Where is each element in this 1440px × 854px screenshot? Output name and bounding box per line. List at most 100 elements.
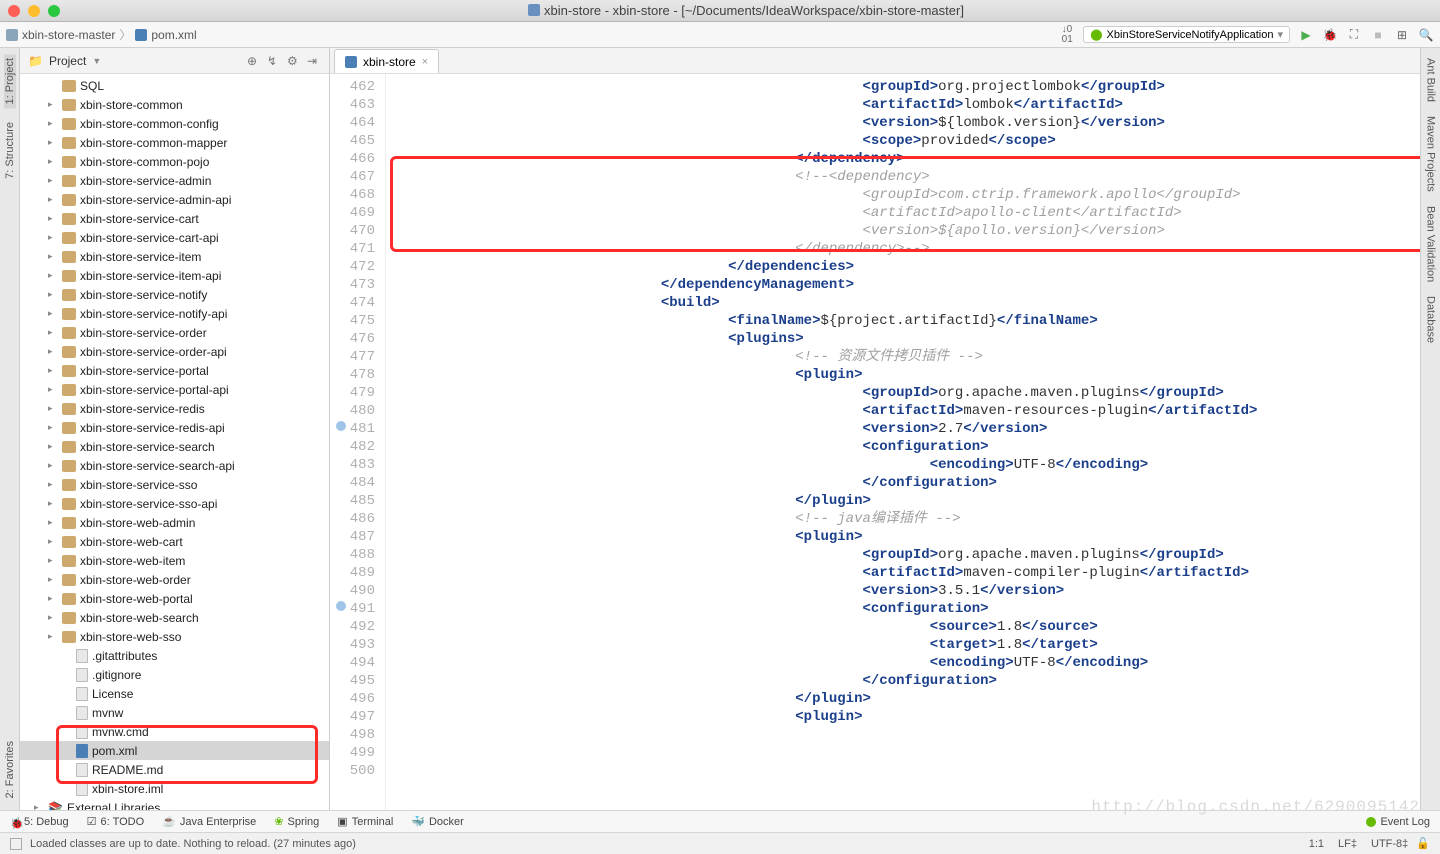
close-tab-icon[interactable]: × <box>422 56 428 68</box>
tree-folder[interactable]: ▸xbin-store-common-config <box>20 114 329 133</box>
tree-folder[interactable]: ▸xbin-store-web-search <box>20 608 329 627</box>
tree-file[interactable]: .gitattributes <box>20 646 329 665</box>
tree-label: xbin-store-service-admin <box>80 174 211 188</box>
tree-label: xbin-store-web-item <box>80 554 185 568</box>
override-gutter-icon[interactable] <box>336 421 346 431</box>
tree-file[interactable]: mvnw.cmd <box>20 722 329 741</box>
tree-folder[interactable]: ▸xbin-store-service-sso <box>20 475 329 494</box>
tree-folder[interactable]: ▸xbin-store-service-portal <box>20 361 329 380</box>
tree-folder[interactable]: ▸xbin-store-common <box>20 95 329 114</box>
maven-file-icon <box>76 744 88 758</box>
file-encoding[interactable]: UTF-8‡ <box>1371 838 1408 850</box>
breadcrumb-file[interactable]: pom.xml <box>151 28 196 42</box>
status-bar: Loaded classes are up to date. Nothing t… <box>0 832 1440 854</box>
tree-folder[interactable]: ▸xbin-store-web-item <box>20 551 329 570</box>
tab-database[interactable]: Database <box>1425 292 1437 347</box>
tab-structure[interactable]: 7: Structure <box>4 118 16 183</box>
line-separator[interactable]: LF‡ <box>1338 838 1357 850</box>
tree-file[interactable]: mvnw <box>20 703 329 722</box>
override-gutter-icon[interactable] <box>336 601 346 611</box>
tab-docker[interactable]: 🐳Docker <box>411 815 464 828</box>
folder-icon <box>62 631 76 643</box>
editor-tab-pom[interactable]: xbin-store × <box>334 49 439 73</box>
tool-windows-toggle-icon[interactable] <box>10 838 22 850</box>
run-config-selector[interactable]: ⬤ XbinStoreServiceNotifyApplication ▾ <box>1083 26 1290 43</box>
tree-file[interactable]: ▸📚External Libraries <box>20 798 329 810</box>
tree-folder[interactable]: ▸xbin-store-service-search-api <box>20 456 329 475</box>
gutter: 4624634644654664674684694704714724734744… <box>330 74 386 810</box>
status-message: Loaded classes are up to date. Nothing t… <box>30 838 356 850</box>
tree-folder[interactable]: ▸xbin-store-web-admin <box>20 513 329 532</box>
tree-folder[interactable]: ▸xbin-store-service-sso-api <box>20 494 329 513</box>
run-icon[interactable]: ▶ <box>1298 27 1314 43</box>
code-content[interactable]: <groupId>org.projectlombok</groupId> <ar… <box>386 74 1420 810</box>
tree-folder[interactable]: ▸xbin-store-web-portal <box>20 589 329 608</box>
spring-boot-icon: ⬤ <box>1090 28 1102 41</box>
project-view-icon: 📁 <box>28 54 43 68</box>
debug-icon[interactable]: 🐞 <box>1322 27 1338 43</box>
tree-folder[interactable]: ▸xbin-store-service-item-api <box>20 266 329 285</box>
tree-folder[interactable]: ▸xbin-store-service-order-api <box>20 342 329 361</box>
tree-folder[interactable]: ▸xbin-store-service-order <box>20 323 329 342</box>
tree-label: xbin-store-service-search <box>80 440 215 454</box>
gear-icon[interactable]: ⚙ <box>287 54 301 68</box>
tree-folder[interactable]: ▸xbin-store-web-sso <box>20 627 329 646</box>
tree-file[interactable]: pom.xml <box>20 741 329 760</box>
tree-folder[interactable]: ▸xbin-store-common-pojo <box>20 152 329 171</box>
tree-folder[interactable]: ▸xbin-store-service-search <box>20 437 329 456</box>
breadcrumb-root[interactable]: xbin-store-master <box>22 28 115 42</box>
tree-folder[interactable]: ▸xbin-store-web-cart <box>20 532 329 551</box>
make-icon[interactable]: ↓001 <box>1059 27 1075 43</box>
event-log[interactable]: Event Log <box>1366 816 1430 828</box>
tab-debug[interactable]: 🐞5: Debug <box>10 816 69 828</box>
tab-terminal[interactable]: ▣Terminal <box>337 815 393 828</box>
tree-file[interactable]: License <box>20 684 329 703</box>
tree-folder[interactable]: ▸xbin-store-common-mapper <box>20 133 329 152</box>
tree-folder[interactable]: ▸xbin-store-service-redis <box>20 399 329 418</box>
tree-folder[interactable]: ▸xbin-store-service-admin-api <box>20 190 329 209</box>
caret-position[interactable]: 1:1 <box>1309 838 1324 850</box>
tab-java-ee[interactable]: ☕Java Enterprise <box>162 815 256 828</box>
layout-icon[interactable]: ⊞ <box>1394 27 1410 43</box>
lock-icon[interactable]: 🔓 <box>1416 837 1430 850</box>
tree-label: README.md <box>92 763 163 777</box>
zoom-window-icon[interactable] <box>48 5 60 17</box>
tab-ant[interactable]: Ant Build <box>1425 54 1437 106</box>
tree-file[interactable]: .gitignore <box>20 665 329 684</box>
tree-folder[interactable]: ▸xbin-store-service-cart-api <box>20 228 329 247</box>
hide-icon[interactable]: ⇥ <box>307 54 321 68</box>
tree-folder[interactable]: ▸xbin-store-web-order <box>20 570 329 589</box>
tab-favorites[interactable]: 2: Favorites <box>4 737 16 802</box>
coverage-icon[interactable]: ⛶ <box>1346 27 1362 43</box>
tab-project[interactable]: 1: Project <box>4 54 16 108</box>
code-area[interactable]: 4624634644654664674684694704714724734744… <box>330 74 1420 810</box>
tree-folder[interactable]: ▸xbin-store-service-notify <box>20 285 329 304</box>
chevron-down-icon[interactable]: ▼ <box>92 56 101 66</box>
tree-folder[interactable]: ▸xbin-store-service-portal-api <box>20 380 329 399</box>
tree-folder[interactable]: ▸xbin-store-service-notify-api <box>20 304 329 323</box>
tab-bean[interactable]: Bean Validation <box>1425 202 1437 286</box>
folder-icon <box>62 422 76 434</box>
traffic-lights <box>8 5 60 17</box>
folder-icon <box>62 479 76 491</box>
tab-todo[interactable]: ☑6: TODO <box>87 815 144 828</box>
collapse-icon[interactable]: ⊕ <box>247 54 261 68</box>
stop-icon[interactable]: ■ <box>1370 27 1386 43</box>
scroll-from-source-icon[interactable]: ↯ <box>267 54 281 68</box>
tab-maven[interactable]: Maven Projects <box>1425 112 1437 196</box>
tree-file[interactable]: README.md <box>20 760 329 779</box>
tree-folder[interactable]: ▸xbin-store-service-admin <box>20 171 329 190</box>
project-tree[interactable]: SQL▸xbin-store-common▸xbin-store-common-… <box>20 74 329 810</box>
tree-file[interactable]: xbin-store.iml <box>20 779 329 798</box>
minimize-window-icon[interactable] <box>28 5 40 17</box>
search-icon[interactable]: 🔍 <box>1418 27 1434 43</box>
main-area: 1: Project 7: Structure 2: Favorites 📁 P… <box>0 48 1440 810</box>
tab-spring[interactable]: ❀Spring <box>274 815 319 828</box>
close-window-icon[interactable] <box>8 5 20 17</box>
tree-folder[interactable]: ▸xbin-store-service-item <box>20 247 329 266</box>
folder-icon <box>62 441 76 453</box>
tree-folder[interactable]: ▸xbin-store-service-cart <box>20 209 329 228</box>
tree-folder[interactable]: ▸xbin-store-service-redis-api <box>20 418 329 437</box>
project-pane-title[interactable]: Project <box>49 54 86 68</box>
tree-folder[interactable]: SQL <box>20 76 329 95</box>
